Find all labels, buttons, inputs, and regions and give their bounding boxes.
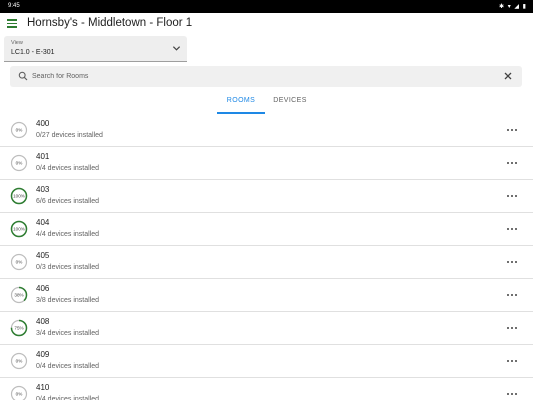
tab-bar: ROOMS DEVICES — [0, 94, 533, 114]
room-row[interactable]: 0% 405 0/3 devices installed — [0, 246, 533, 279]
room-progress-label: 0% — [16, 392, 23, 397]
view-dropdown[interactable]: View LC1.0 - E-301 — [4, 36, 187, 62]
room-devices-count: 3/8 devices installed — [36, 297, 100, 304]
status-bar: 9:45 ✱ ▾ ◢ ▮ — [0, 0, 533, 13]
room-progress-label: 0% — [16, 161, 23, 166]
room-row[interactable]: 0% 400 0/27 devices installed — [0, 114, 533, 147]
room-row[interactable]: 100% 403 6/6 devices installed — [0, 180, 533, 213]
room-progress-label: 100% — [13, 227, 25, 232]
room-row[interactable]: 75% 408 3/4 devices installed — [0, 312, 533, 345]
room-progress-label: 75% — [14, 326, 23, 331]
more-options-icon[interactable] — [504, 289, 520, 301]
room-progress-indicator: 100% — [10, 220, 28, 238]
room-name: 404 — [36, 218, 50, 227]
more-options-icon[interactable] — [504, 388, 520, 400]
hamburger-menu-icon[interactable] — [7, 19, 17, 28]
room-devices-count: 0/4 devices installed — [36, 363, 100, 370]
room-row[interactable]: 100% 404 4/4 devices installed — [0, 213, 533, 246]
room-row[interactable]: 38% 406 3/8 devices installed — [0, 279, 533, 312]
room-progress-indicator: 0% — [10, 385, 28, 400]
room-name: 410 — [36, 383, 50, 392]
room-progress-indicator: 0% — [10, 154, 28, 172]
room-name: 408 — [36, 317, 50, 326]
room-progress-indicator: 0% — [10, 121, 28, 139]
room-name: 409 — [36, 350, 50, 359]
search-icon — [18, 71, 28, 81]
close-icon[interactable] — [503, 71, 513, 81]
more-options-icon[interactable] — [504, 223, 520, 235]
room-devices-count: 0/27 devices installed — [36, 132, 103, 139]
room-name: 403 — [36, 185, 50, 194]
search-input[interactable] — [32, 69, 492, 84]
more-options-icon[interactable] — [504, 157, 520, 169]
more-options-icon[interactable] — [504, 256, 520, 268]
room-progress-indicator: 0% — [10, 352, 28, 370]
view-dropdown-label: View — [11, 40, 23, 46]
more-options-icon[interactable] — [504, 124, 520, 136]
room-row[interactable]: 0% 409 0/4 devices installed — [0, 345, 533, 378]
more-options-icon[interactable] — [504, 355, 520, 367]
room-progress-label: 0% — [16, 128, 23, 133]
room-devices-count: 0/4 devices installed — [36, 165, 100, 172]
more-options-icon[interactable] — [504, 190, 520, 202]
room-progress-indicator: 0% — [10, 253, 28, 271]
room-name: 401 — [36, 152, 50, 161]
room-devices-count: 6/6 devices installed — [36, 198, 100, 205]
room-row[interactable]: 0% 401 0/4 devices installed — [0, 147, 533, 180]
room-name: 406 — [36, 284, 50, 293]
room-devices-count: 4/4 devices installed — [36, 231, 100, 238]
chevron-down-icon — [172, 46, 181, 51]
room-progress-label: 100% — [13, 194, 25, 199]
room-progress-label: 0% — [16, 260, 23, 265]
room-progress-indicator: 100% — [10, 187, 28, 205]
status-time: 9:45 — [8, 3, 20, 9]
room-progress-indicator: 38% — [10, 286, 28, 304]
room-progress-label: 38% — [14, 293, 23, 298]
room-name: 405 — [36, 251, 50, 260]
status-icons: ✱ ▾ ◢ ▮ — [499, 4, 527, 10]
tab-rooms[interactable]: ROOMS — [217, 97, 265, 114]
room-devices-count: 3/4 devices installed — [36, 330, 100, 337]
room-progress-indicator: 75% — [10, 319, 28, 337]
room-row[interactable]: 0% 410 0/4 devices installed — [0, 378, 533, 400]
room-devices-count: 0/4 devices installed — [36, 396, 100, 400]
room-devices-count: 0/3 devices installed — [36, 264, 100, 271]
room-progress-label: 0% — [16, 359, 23, 364]
search-bar — [10, 66, 522, 87]
app-bar: Hornsby's - Middletown - Floor 1 — [0, 13, 533, 35]
view-dropdown-value: LC1.0 - E-301 — [11, 49, 55, 56]
more-options-icon[interactable] — [504, 322, 520, 334]
tab-devices[interactable]: DEVICES — [266, 97, 314, 114]
page-title: Hornsby's - Middletown - Floor 1 — [27, 17, 193, 29]
room-name: 400 — [36, 119, 50, 128]
